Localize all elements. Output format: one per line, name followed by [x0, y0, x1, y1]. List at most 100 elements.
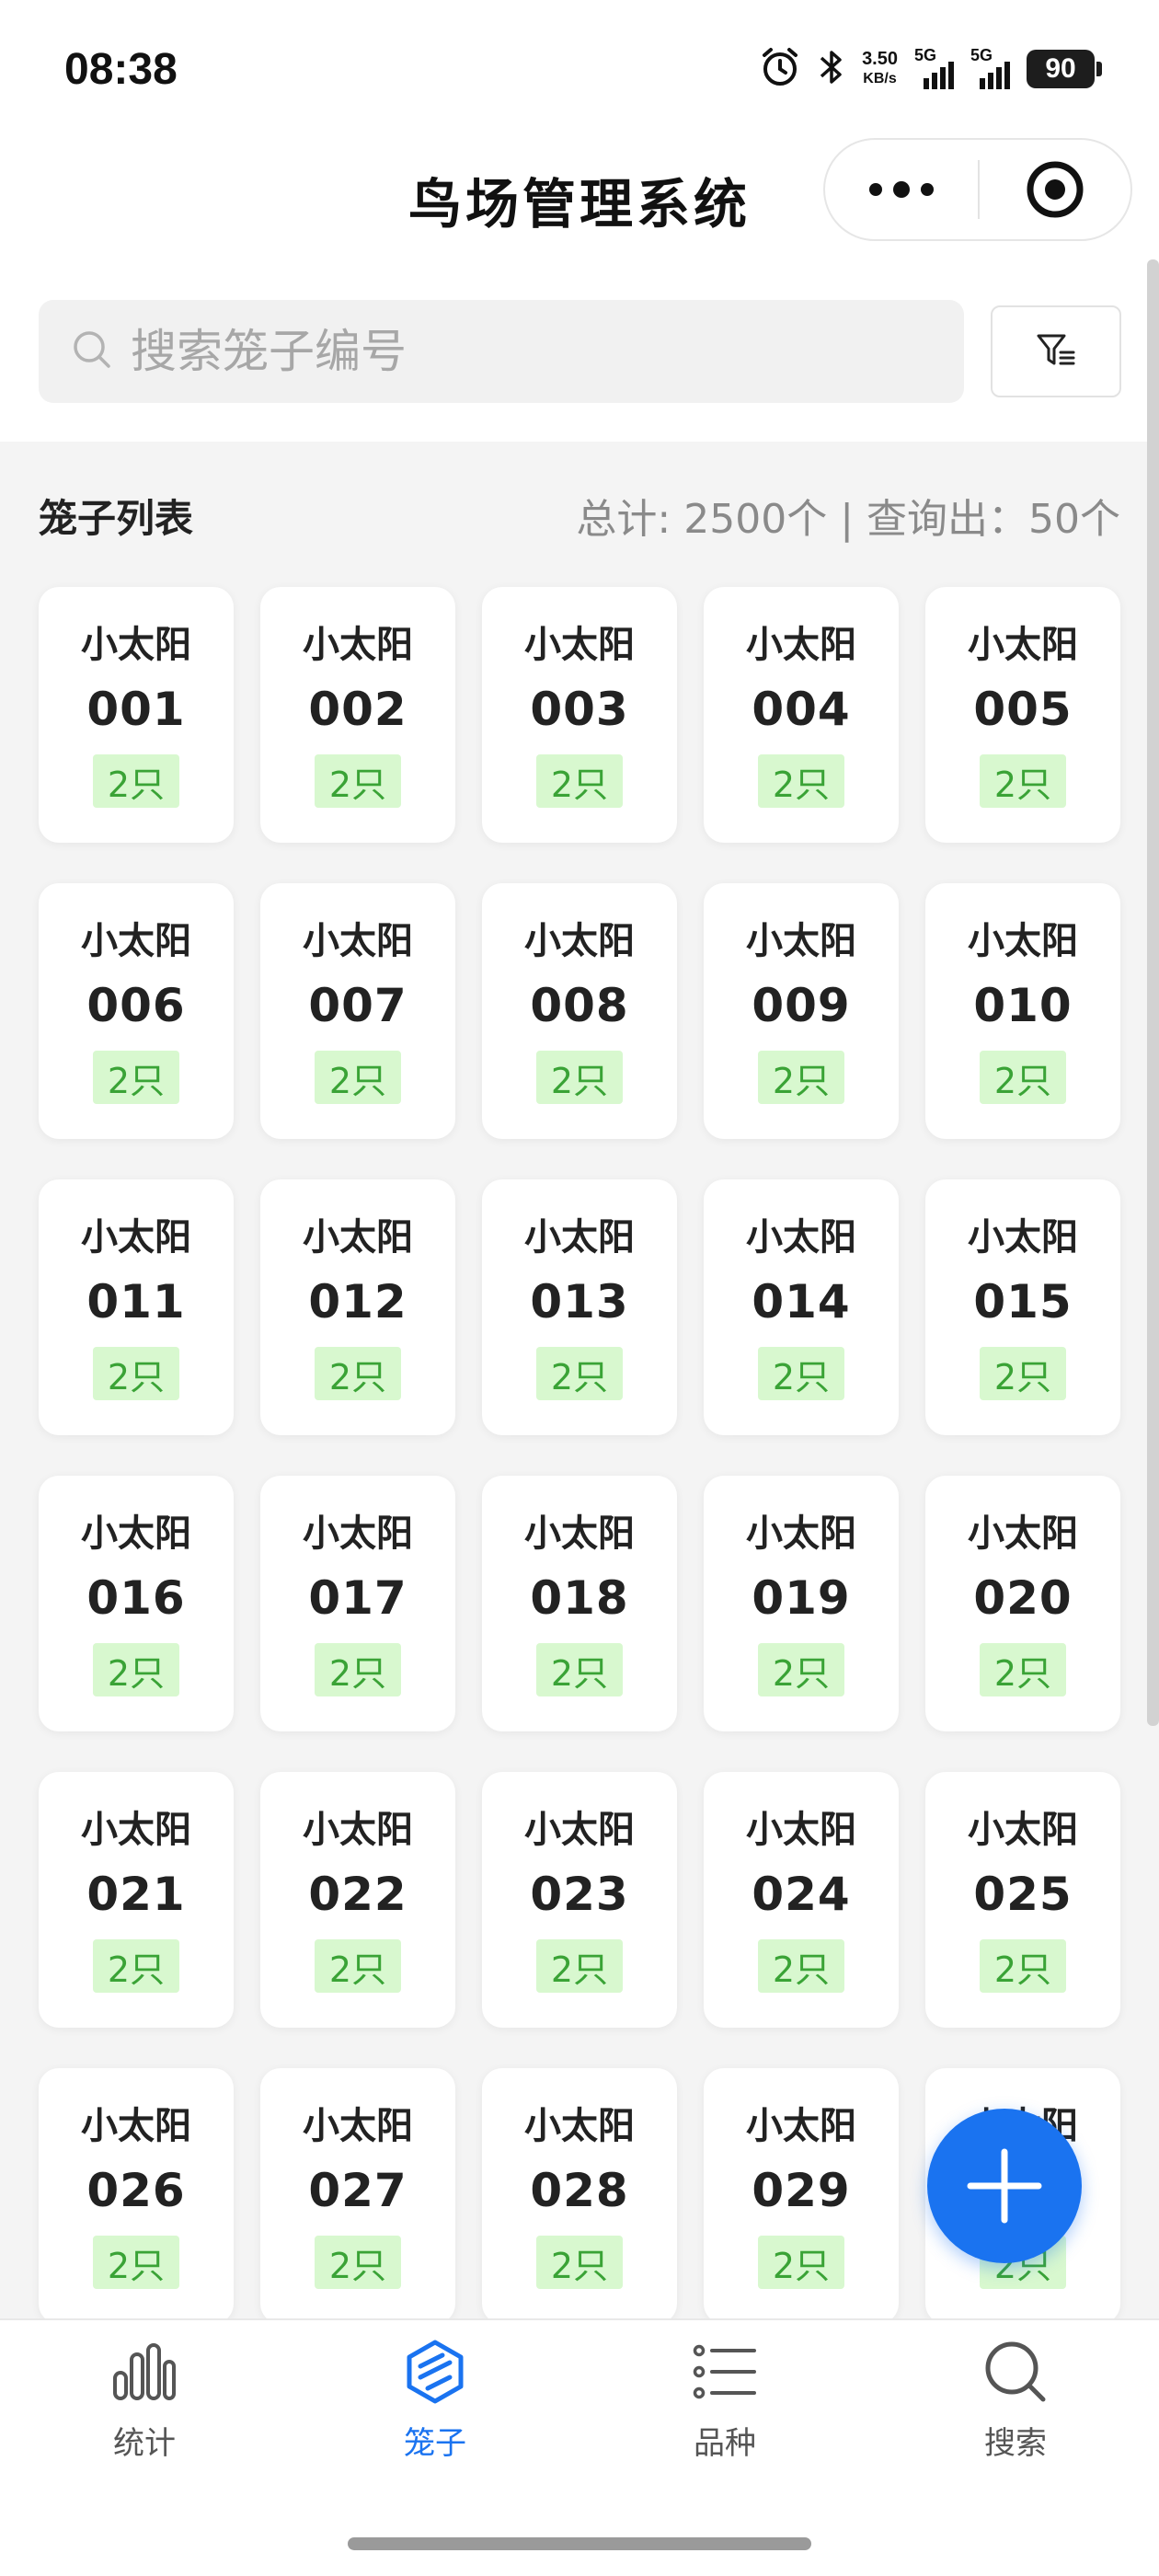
- cage-code: 006: [86, 979, 186, 1032]
- scrollbar[interactable]: [1147, 259, 1159, 1726]
- cage-bird-count-badge: 2只: [93, 1939, 179, 1993]
- cage-card[interactable]: 小太阳 003 2只: [482, 587, 677, 843]
- cage-code: 019: [752, 1571, 851, 1625]
- cage-name: 小太阳: [968, 920, 1078, 962]
- cage-card[interactable]: 小太阳 002 2只: [260, 587, 455, 843]
- tab-search[interactable]: 搜索: [914, 2339, 1117, 2495]
- cage-card[interactable]: 小太阳 006 2只: [39, 883, 234, 1139]
- home-indicator[interactable]: [348, 2537, 811, 2550]
- cage-name: 小太阳: [303, 1216, 413, 1259]
- tab-stats[interactable]: 统计: [43, 2339, 246, 2495]
- cage-code: 009: [752, 979, 851, 1032]
- cage-bird-count-badge: 2只: [315, 1347, 401, 1400]
- cage-card[interactable]: 小太阳 029 2只: [704, 2068, 899, 2318]
- cage-bird-count-badge: 2只: [758, 1347, 844, 1400]
- cage-card[interactable]: 小太阳 008 2只: [482, 883, 677, 1139]
- search-area: [0, 258, 1159, 442]
- cage-name: 小太阳: [746, 624, 856, 666]
- cage-bird-count-badge: 2只: [980, 1643, 1066, 1696]
- cage-bird-count-badge: 2只: [980, 1939, 1066, 1993]
- search-input[interactable]: [131, 325, 922, 378]
- list-title: 笼子列表: [39, 495, 194, 541]
- add-cage-button[interactable]: [927, 2109, 1082, 2263]
- cage-card[interactable]: 小太阳 013 2只: [482, 1179, 677, 1435]
- cage-bird-count-badge: 2只: [758, 2236, 844, 2289]
- bluetooth-icon: [818, 47, 845, 91]
- cage-card[interactable]: 小太阳 010 2只: [925, 883, 1120, 1139]
- tab-cages[interactable]: 笼子: [334, 2339, 536, 2495]
- bar-chart-icon: [111, 2339, 178, 2405]
- cage-bird-count-badge: 2只: [980, 1347, 1066, 1400]
- cage-card[interactable]: 小太阳 004 2只: [704, 587, 899, 843]
- more-button[interactable]: [825, 140, 978, 239]
- more-dot-icon: [921, 183, 934, 196]
- cage-grid-viewport[interactable]: 小太阳 001 2只 小太阳 002 2只 小太阳 003 2只 小太阳 004 2只 小太阳 005 2只…: [0, 570, 1159, 2318]
- list-summary: 总计: 2500个 | 查询出：50个: [576, 496, 1120, 543]
- cage-name: 小太阳: [968, 1216, 1078, 1259]
- cage-card[interactable]: 小太阳 019 2只: [704, 1476, 899, 1731]
- search-box[interactable]: [39, 300, 964, 403]
- cage-bird-count-badge: 2只: [93, 2236, 179, 2289]
- cage-code: 005: [973, 683, 1073, 736]
- tab-breeds[interactable]: 品种: [624, 2339, 826, 2495]
- cage-card[interactable]: 小太阳 022 2只: [260, 1772, 455, 2028]
- cage-name: 小太阳: [303, 624, 413, 666]
- cage-card[interactable]: 小太阳 020 2只: [925, 1476, 1120, 1731]
- cage-card[interactable]: 小太阳 016 2只: [39, 1476, 234, 1731]
- cage-code: 017: [308, 1571, 407, 1625]
- cage-name: 小太阳: [303, 920, 413, 962]
- cage-name: 小太阳: [524, 1809, 635, 1851]
- cage-card[interactable]: 小太阳 014 2只: [704, 1179, 899, 1435]
- cage-code: 022: [308, 1868, 407, 1921]
- cage-name: 小太阳: [524, 1512, 635, 1555]
- cage-bird-count-badge: 2只: [315, 754, 401, 808]
- plus-icon: [967, 2148, 1042, 2224]
- cage-card[interactable]: 小太阳 012 2只: [260, 1179, 455, 1435]
- cage-name: 小太阳: [81, 920, 191, 962]
- cage-code: 016: [86, 1571, 186, 1625]
- cage-card[interactable]: 小太阳 015 2只: [925, 1179, 1120, 1435]
- filter-button[interactable]: [991, 305, 1121, 397]
- list-header: 笼子列表 总计: 2500个 | 查询出：50个: [39, 478, 1120, 552]
- search-icon: [70, 328, 114, 375]
- cage-card[interactable]: 小太阳 027 2只: [260, 2068, 455, 2318]
- cage-name: 小太阳: [746, 1809, 856, 1851]
- filter-icon: [1037, 334, 1075, 365]
- cage-card[interactable]: 小太阳 017 2只: [260, 1476, 455, 1731]
- cage-bird-count-badge: 2只: [758, 754, 844, 808]
- cage-bird-count-badge: 2只: [93, 754, 179, 808]
- cage-bird-count-badge: 2只: [536, 2236, 623, 2289]
- cage-card[interactable]: 小太阳 009 2只: [704, 883, 899, 1139]
- cage-card[interactable]: 小太阳 005 2只: [925, 587, 1120, 843]
- cage-card[interactable]: 小太阳 026 2只: [39, 2068, 234, 2318]
- cage-bird-count-badge: 2只: [980, 754, 1066, 808]
- cage-code: 021: [86, 1868, 186, 1921]
- cage-name: 小太阳: [81, 1809, 191, 1851]
- cage-name: 小太阳: [81, 2105, 191, 2147]
- cage-name: 小太阳: [746, 1512, 856, 1555]
- cage-card[interactable]: 小太阳 028 2只: [482, 2068, 677, 2318]
- cage-name: 小太阳: [524, 2105, 635, 2147]
- cage-card[interactable]: 小太阳 001 2只: [39, 587, 234, 843]
- more-dot-icon: [869, 183, 882, 196]
- cage-code: 011: [86, 1275, 186, 1328]
- cage-card[interactable]: 小太阳 025 2只: [925, 1772, 1120, 2028]
- cage-card[interactable]: 小太阳 023 2只: [482, 1772, 677, 2028]
- cage-code: 002: [308, 683, 407, 736]
- cage-bird-count-badge: 2只: [315, 2236, 401, 2289]
- cage-card[interactable]: 小太阳 021 2只: [39, 1772, 234, 2028]
- nav-bar: 鸟场管理系统: [0, 138, 1159, 258]
- cage-name: 小太阳: [303, 1809, 413, 1851]
- cage-card[interactable]: 小太阳 024 2只: [704, 1772, 899, 2028]
- cage-card[interactable]: 小太阳 018 2只: [482, 1476, 677, 1731]
- cage-code: 003: [530, 683, 629, 736]
- target-icon: [1027, 161, 1084, 218]
- close-mini-program-button[interactable]: [980, 140, 1130, 239]
- cage-bird-count-badge: 2只: [536, 1347, 623, 1400]
- cage-card[interactable]: 小太阳 007 2只: [260, 883, 455, 1139]
- cage-bird-count-badge: 2只: [536, 754, 623, 808]
- signal-icon-1: 5G: [914, 46, 954, 89]
- cage-card[interactable]: 小太阳 011 2只: [39, 1179, 234, 1435]
- more-dot-icon: [893, 181, 910, 198]
- cage-bird-count-badge: 2只: [758, 1939, 844, 1993]
